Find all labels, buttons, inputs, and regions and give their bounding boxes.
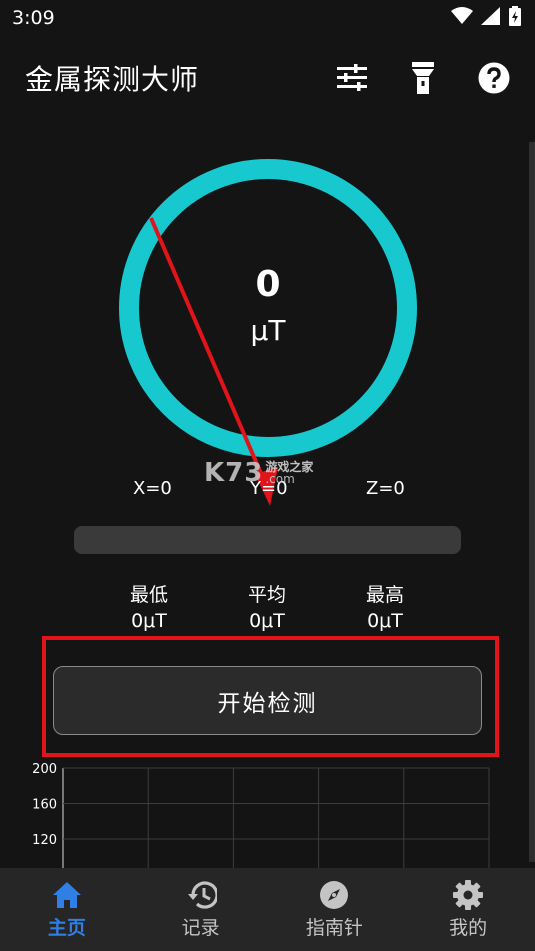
app-title: 金属探测大师 (25, 63, 200, 96)
tune-icon (337, 64, 367, 91)
watermark-domain: .com (265, 472, 295, 486)
chart-ytick-label: 120 (32, 833, 57, 848)
status-icons (451, 6, 521, 26)
history-icon (187, 881, 217, 909)
stat-max-label: 最高 (365, 584, 404, 606)
stat-min-value: 0μT (131, 610, 167, 632)
flashlight-icon (412, 62, 434, 94)
chart-ytick-label: 160 (32, 798, 57, 813)
gauge-value: 0 (255, 264, 281, 305)
watermark-logo: K73 (204, 458, 264, 488)
status-time: 3:09 (12, 7, 55, 29)
signal-icon (481, 7, 500, 25)
tune-button[interactable] (332, 58, 372, 98)
home-icon (52, 882, 81, 908)
nav-item-home[interactable]: 主页 (0, 868, 134, 951)
nav-item-compass[interactable]: 指南针 (268, 868, 402, 951)
start-detection-button[interactable]: 开始检测 (53, 666, 482, 735)
gauge-ring (119, 159, 417, 457)
chart-ytick-label: 200 (32, 762, 57, 777)
stat-avg-label: 平均 (247, 584, 286, 606)
stat-max-value: 0μT (367, 610, 403, 632)
nav-label-compass: 指南针 (305, 917, 363, 939)
nav-label-home: 主页 (47, 917, 86, 939)
magnetic-gauge: 0 μT (118, 158, 418, 458)
app-bar: 金属探测大师 (0, 36, 535, 120)
stats-row: 最低 0μT 平均 0μT 最高 0μT (0, 580, 535, 640)
stat-max: 最高 0μT (325, 580, 445, 632)
compass-icon (320, 881, 349, 909)
nav-item-settings[interactable]: 我的 (401, 868, 535, 951)
stat-min-label: 最低 (129, 584, 168, 606)
chart-grid: 200 160 120 (32, 762, 490, 870)
stat-min: 最低 0μT (89, 580, 209, 632)
nav-item-history[interactable]: 记录 (134, 868, 268, 951)
nav-label-history: 记录 (181, 917, 220, 939)
gauge-unit: μT (250, 314, 286, 347)
help-icon (478, 62, 510, 94)
nav-label-settings: 我的 (449, 917, 488, 939)
axis-z: Z=0 (366, 478, 405, 499)
chart-svg: 200 160 120 (32, 762, 490, 870)
settings-icon (453, 880, 484, 910)
flashlight-button[interactable] (403, 58, 443, 98)
stat-avg: 平均 0μT (207, 580, 327, 632)
watermark: K73 游戏之家 .com (204, 458, 313, 488)
help-button[interactable] (474, 58, 514, 98)
field-chart: 200 160 120 (0, 760, 535, 870)
battery-icon (509, 6, 521, 26)
bottom-nav: 主页 记录 指南针 我的 (0, 868, 535, 951)
axis-x: X=0 (133, 478, 172, 499)
stat-avg-value: 0μT (249, 610, 285, 632)
wifi-icon (451, 7, 473, 24)
level-bar (74, 526, 461, 554)
status-bar: 3:09 (0, 0, 535, 36)
